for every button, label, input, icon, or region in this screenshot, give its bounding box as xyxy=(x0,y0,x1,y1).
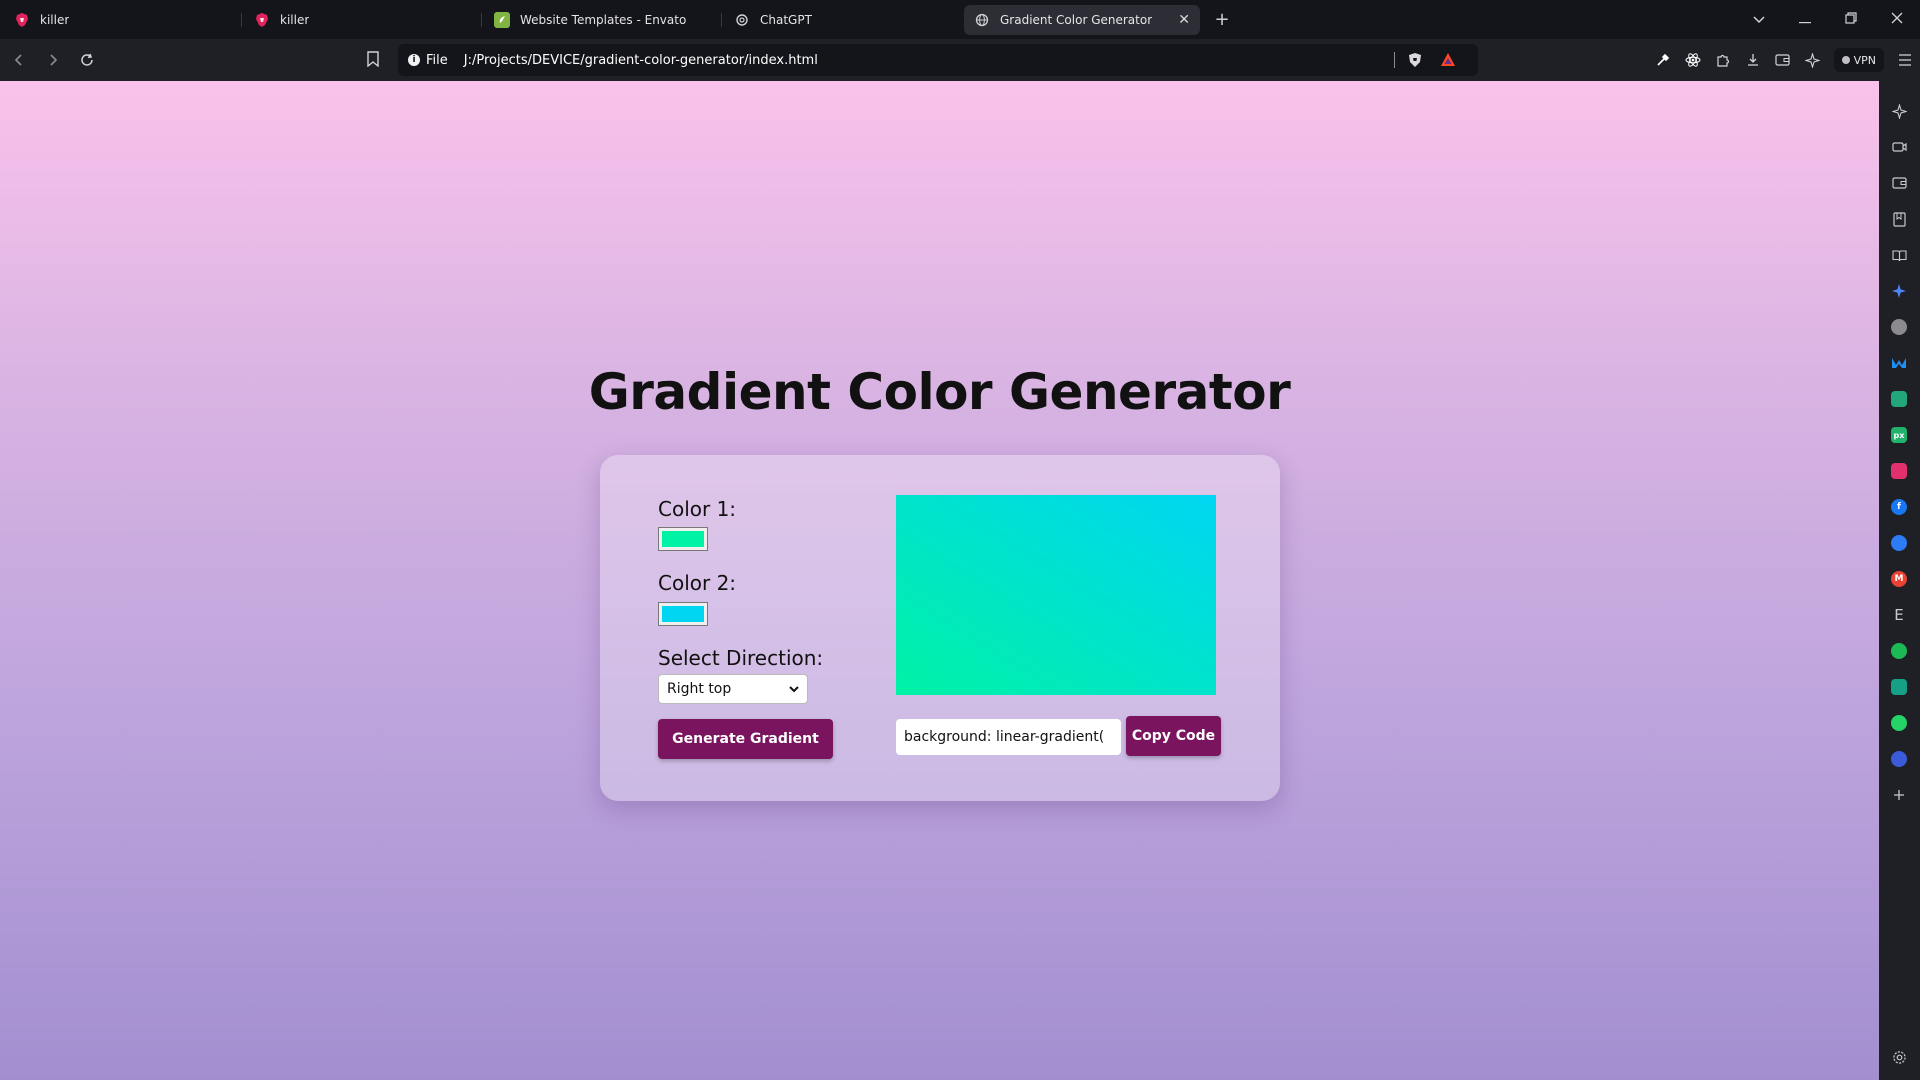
color2-label: Color 2: xyxy=(658,571,737,595)
tab-title: Gradient Color Generator xyxy=(1000,12,1153,27)
copy-code-button[interactable]: Copy Code xyxy=(1126,716,1221,756)
globe-icon xyxy=(974,12,990,28)
tab-gradient-color-generator[interactable]: Gradient Color Generator ✕ xyxy=(964,4,1200,35)
tab-chatgpt[interactable]: ChatGPT xyxy=(724,5,960,35)
brave-shields-icon[interactable] xyxy=(1408,52,1422,72)
direction-selected-value: Right top xyxy=(667,681,732,697)
url-text: J:/Projects/DEVICE/gradient-color-genera… xyxy=(463,52,818,68)
leo-ai-icon[interactable] xyxy=(1889,281,1909,301)
spotify-icon[interactable] xyxy=(1889,641,1909,661)
brave-rewards-icon[interactable] xyxy=(1440,52,1456,71)
bookmarks-icon[interactable] xyxy=(1889,209,1909,229)
instagram-icon[interactable] xyxy=(1889,461,1909,481)
envato-icon xyxy=(494,11,510,28)
app-icon[interactable] xyxy=(1889,389,1909,409)
tab-title: killer xyxy=(40,12,70,27)
react-devtools-icon[interactable] xyxy=(1678,52,1708,68)
new-tab-button[interactable]: + xyxy=(1212,9,1232,30)
page-title: Gradient Color Generator xyxy=(588,363,1291,421)
toolbar-actions: VPN xyxy=(1648,39,1920,81)
reading-list-icon[interactable] xyxy=(1889,245,1909,265)
whatsapp-icon[interactable] xyxy=(1889,713,1909,733)
direction-select[interactable]: Right top xyxy=(658,674,808,704)
color1-swatch xyxy=(662,531,704,547)
download-icon[interactable] xyxy=(1738,53,1768,67)
forward-icon[interactable] xyxy=(38,45,68,75)
color1-label: Color 1: xyxy=(658,497,737,521)
color2-swatch xyxy=(662,606,704,622)
video-icon[interactable] xyxy=(1889,137,1909,157)
threads-icon[interactable] xyxy=(1889,749,1909,769)
chatgpt-icon xyxy=(734,12,750,28)
gear-icon[interactable] xyxy=(1889,1047,1909,1067)
color1-picker[interactable] xyxy=(658,527,708,551)
tab-search-chevron-icon[interactable] xyxy=(1736,12,1782,28)
extensions-puzzle-icon[interactable] xyxy=(1708,53,1738,67)
browser-toolbar: i File J:/Projects/DEVICE/gradient-color… xyxy=(0,39,1920,81)
tab-title: ChatGPT xyxy=(760,12,812,27)
tab-strip: killer killer Website Templates - Envato… xyxy=(0,0,1920,39)
address-bar[interactable]: i File J:/Projects/DEVICE/gradient-color… xyxy=(398,44,1478,76)
gradient-code-field[interactable]: background: linear-gradient( xyxy=(896,719,1121,755)
messenger-icon[interactable] xyxy=(1889,533,1909,553)
close-tab-icon[interactable]: ✕ xyxy=(1178,12,1190,28)
vpn-button[interactable]: VPN xyxy=(1833,48,1884,72)
site-info-icon[interactable]: i xyxy=(408,54,420,66)
tab-title: killer xyxy=(280,12,310,27)
minimize-icon[interactable] xyxy=(1782,12,1828,28)
direction-label: Select Direction: xyxy=(658,646,824,670)
copilot-icon[interactable] xyxy=(1889,677,1909,697)
malwarebytes-icon[interactable] xyxy=(1889,353,1909,373)
url-scheme: File xyxy=(426,52,448,68)
window-controls xyxy=(1736,0,1920,39)
restore-icon[interactable] xyxy=(1828,11,1874,28)
gradient-preview-box xyxy=(896,495,1216,695)
bookmark-icon[interactable] xyxy=(367,51,379,71)
menu-icon[interactable] xyxy=(1890,54,1920,66)
page-viewport: Gradient Color Generator Color 1: Color … xyxy=(0,81,1879,1080)
star-icon[interactable] xyxy=(1889,101,1909,121)
close-window-icon[interactable] xyxy=(1874,12,1920,28)
back-icon[interactable] xyxy=(4,45,34,75)
tab-title: Website Templates - Envato xyxy=(520,12,687,27)
generate-gradient-button[interactable]: Generate Gradient xyxy=(658,719,833,759)
tab-envato[interactable]: Website Templates - Envato xyxy=(484,5,722,35)
vpn-label: VPN xyxy=(1853,53,1876,67)
wallet-icon[interactable] xyxy=(1768,53,1798,67)
color2-picker[interactable] xyxy=(658,602,708,626)
reload-icon[interactable] xyxy=(72,45,102,75)
browser-sidebar: px f M E xyxy=(1879,81,1920,1080)
extension-icon[interactable] xyxy=(1889,317,1909,337)
brave-icon xyxy=(254,12,270,28)
eyedropper-icon[interactable] xyxy=(1648,53,1678,67)
tab-killer-1[interactable]: killer xyxy=(4,5,242,35)
facebook-icon[interactable]: f xyxy=(1889,497,1909,517)
leo-sparkle-icon[interactable] xyxy=(1798,52,1828,68)
wallet-icon[interactable] xyxy=(1889,173,1909,193)
plus-icon[interactable] xyxy=(1889,785,1909,805)
generator-card: Color 1: Color 2: Select Direction: Righ… xyxy=(600,455,1280,801)
chevron-down-icon xyxy=(789,683,799,696)
gmail-icon[interactable]: M xyxy=(1889,569,1909,589)
brave-icon xyxy=(14,12,30,28)
envato-e-icon[interactable]: E xyxy=(1889,605,1909,625)
px-icon[interactable]: px xyxy=(1889,425,1909,445)
tab-killer-2[interactable]: killer xyxy=(244,5,482,35)
vpn-status-icon xyxy=(1841,56,1850,64)
